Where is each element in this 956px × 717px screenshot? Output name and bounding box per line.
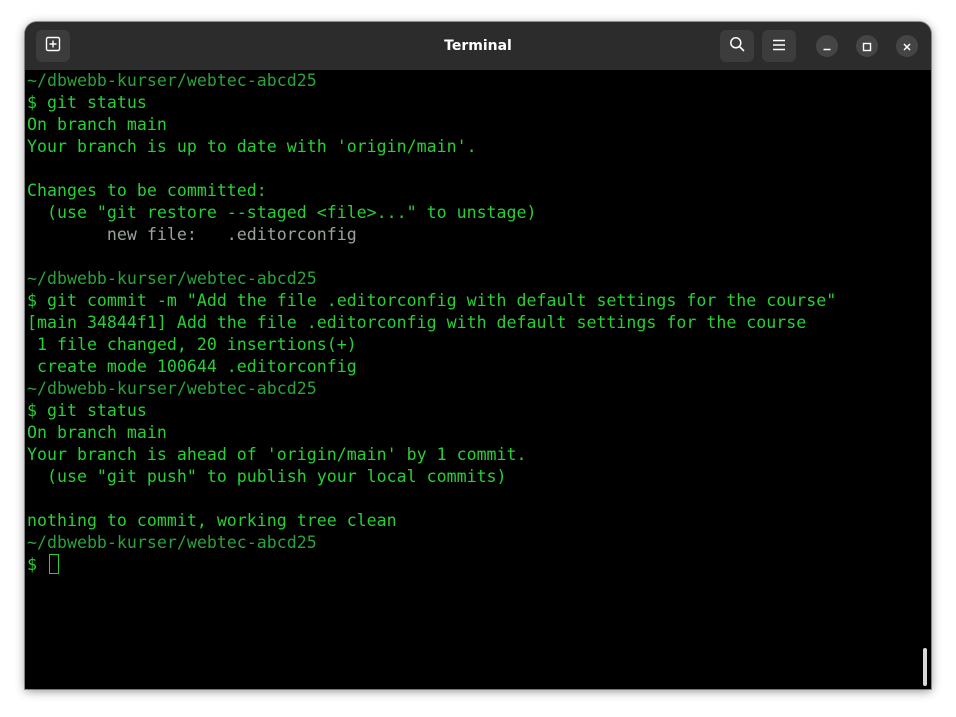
search-icon: [729, 36, 745, 56]
prompt-symbol: $: [27, 555, 47, 574]
prompt-path-line: ~/dbwebb-kurser/webtec-abcd25: [27, 71, 317, 90]
title-bar[interactable]: Terminal: [25, 22, 931, 70]
prompt-path-line: ~/dbwebb-kurser/webtec-abcd25: [27, 533, 317, 552]
new-tab-button[interactable]: [36, 30, 70, 62]
active-prompt-line[interactable]: $: [27, 554, 836, 576]
terminal-line: new file: .editorconfig: [27, 225, 357, 244]
text-cursor: [48, 554, 59, 574]
terminal-line: $ git commit -m "Add the file .editorcon…: [27, 291, 837, 310]
terminal-line: $ git status: [27, 93, 147, 112]
terminal-lines: ~/dbwebb-kurser/webtec-abcd25 $ git statu…: [27, 70, 836, 576]
new-tab-icon: [45, 36, 61, 56]
vertical-scrollbar[interactable]: [923, 648, 927, 686]
prompt-path-line: ~/dbwebb-kurser/webtec-abcd25: [27, 379, 317, 398]
terminal-line: On branch main: [27, 115, 167, 134]
terminal-line: create mode 100644 .editorconfig: [27, 357, 357, 376]
terminal-line: $ git status: [27, 401, 147, 420]
minimize-button[interactable]: [816, 35, 838, 57]
maximize-icon: [862, 37, 872, 56]
terminal-window: Terminal ~/dbwebb-kurser/webtec-abcd25 $…: [25, 22, 931, 689]
minimize-icon: [822, 37, 832, 56]
terminal-line: [main 34844f1] Add the file .editorconfi…: [27, 313, 807, 332]
terminal-line: nothing to commit, working tree clean: [27, 511, 397, 530]
terminal-line: 1 file changed, 20 insertions(+): [27, 335, 357, 354]
hamburger-menu-icon: [772, 37, 786, 56]
terminal-line: On branch main: [27, 423, 167, 442]
terminal-output-area[interactable]: ~/dbwebb-kurser/webtec-abcd25 $ git statu…: [25, 70, 931, 689]
terminal-line: (use "git restore --staged <file>..." to…: [27, 203, 537, 222]
terminal-line: Your branch is up to date with 'origin/m…: [27, 137, 477, 156]
terminal-line: Changes to be committed:: [27, 181, 267, 200]
prompt-path-line: ~/dbwebb-kurser/webtec-abcd25: [27, 269, 317, 288]
search-button[interactable]: [720, 30, 754, 62]
terminal-line: Your branch is ahead of 'origin/main' by…: [27, 445, 527, 464]
close-icon: [902, 37, 912, 56]
close-button[interactable]: [896, 35, 918, 57]
terminal-line: (use "git push" to publish your local co…: [27, 467, 507, 486]
maximize-button[interactable]: [856, 35, 878, 57]
menu-button[interactable]: [762, 30, 796, 62]
